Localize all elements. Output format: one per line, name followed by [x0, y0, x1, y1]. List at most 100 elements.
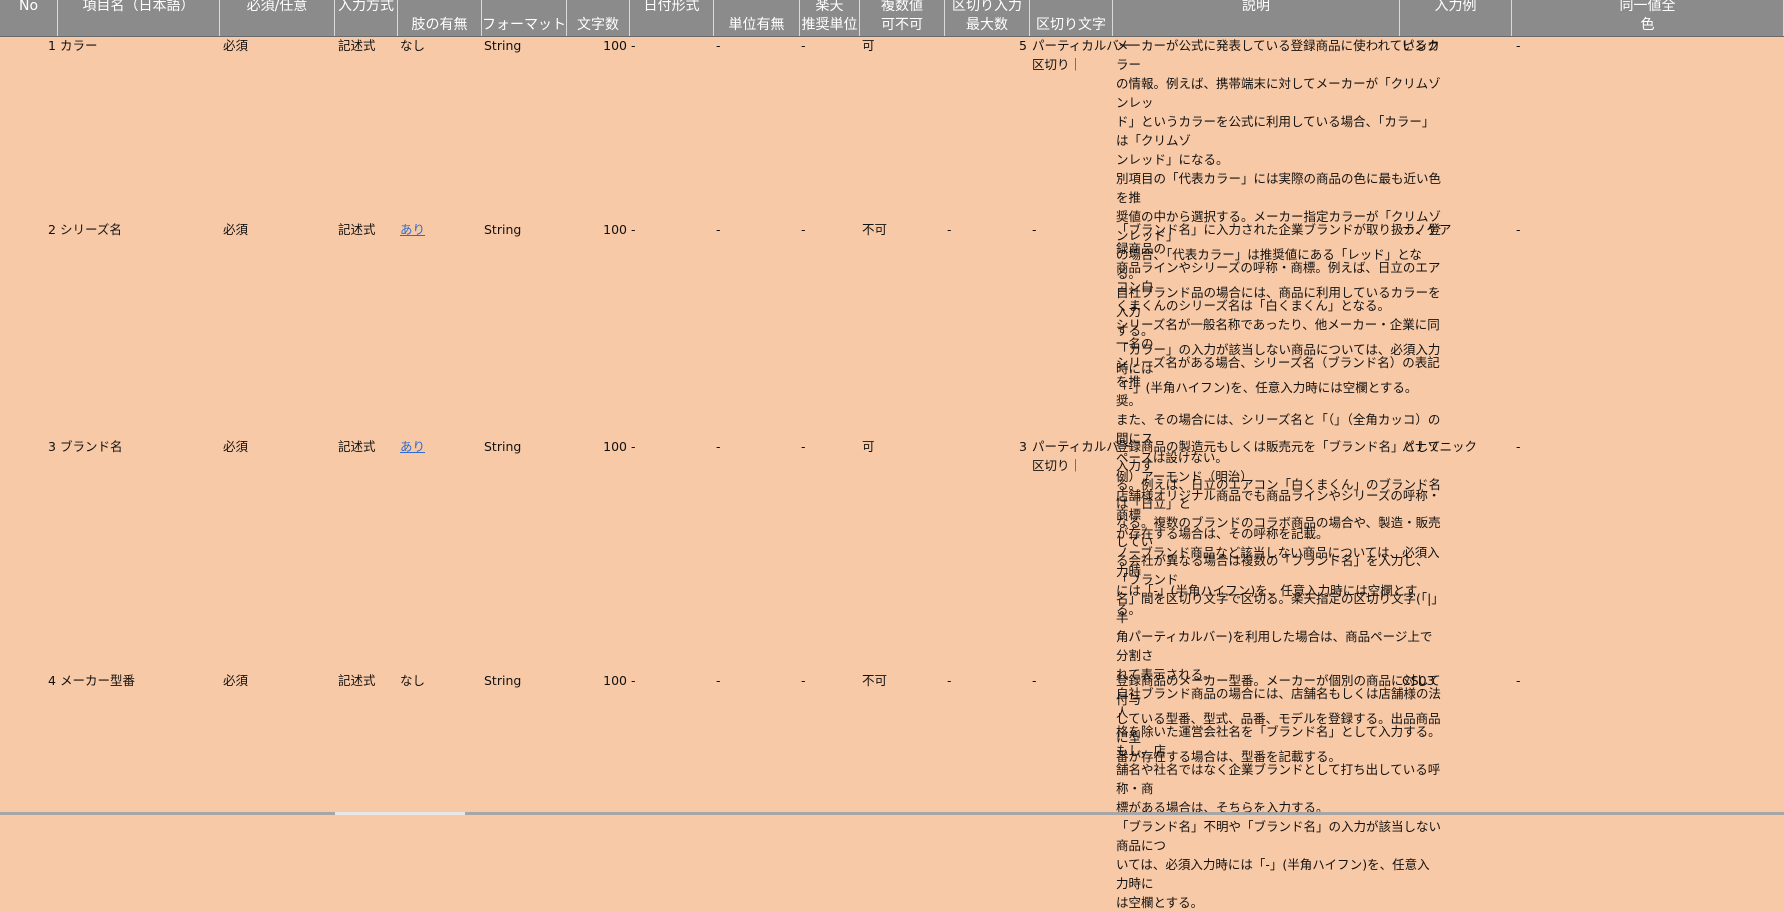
same-value-cell[interactable]: -: [1516, 36, 1546, 55]
column-header-same-value[interactable]: 同一値全色: [1512, 0, 1784, 36]
format-cell[interactable]: String: [484, 36, 544, 55]
date-format-cell[interactable]: -: [631, 220, 671, 239]
separator-cell[interactable]: -: [1032, 220, 1112, 239]
date-format-cell[interactable]: -: [631, 36, 671, 55]
choice-cell[interactable]: なし: [400, 36, 460, 55]
description-line: 名」間を区切り文字で区切る。楽天指定の区切り文字(「|」半: [1116, 591, 1438, 625]
header-line-2: [0, 16, 57, 35]
header-line-2: 肢の有無: [411, 17, 468, 33]
column-header-description[interactable]: 説明: [1113, 0, 1400, 36]
header-line-1: 入力方式: [338, 0, 394, 14]
date-format-cell[interactable]: -: [631, 671, 671, 690]
same-value-cell[interactable]: -: [1516, 220, 1546, 239]
unit-cell[interactable]: -: [716, 36, 736, 55]
required-cell[interactable]: 必須: [223, 220, 323, 239]
column-header-choice[interactable]: 肢の有無: [398, 0, 482, 36]
column-header-required[interactable]: 必須/任意: [220, 0, 335, 36]
column-header-split-max[interactable]: 区切り入力 最大数: [945, 0, 1030, 36]
format-cell[interactable]: String: [484, 671, 544, 690]
column-header-example[interactable]: 入力例: [1400, 0, 1512, 36]
row-number[interactable]: 2: [0, 220, 56, 239]
description-line: ンレッド」になる。: [1116, 152, 1229, 167]
header-line-1: 説明: [1242, 0, 1270, 14]
split-max-cell[interactable]: 5: [947, 36, 1027, 55]
unit-cell[interactable]: -: [716, 437, 736, 456]
column-header-max-chars[interactable]: 文字数: [567, 0, 630, 36]
multi-value-cell[interactable]: 不可: [862, 220, 922, 239]
row-number[interactable]: 3: [0, 437, 56, 456]
split-max-cell[interactable]: -: [947, 220, 1027, 239]
input-method-cell[interactable]: 記述式: [338, 220, 398, 239]
required-cell[interactable]: 必須: [223, 437, 323, 456]
required-cell[interactable]: 必須: [223, 671, 323, 690]
required-cell[interactable]: 必須: [223, 36, 323, 55]
separator-cell[interactable]: パーティカルバー: [1032, 36, 1131, 55]
choice-cell[interactable]: あり: [400, 220, 460, 239]
column-header-multi-value[interactable]: 複数値 可不可: [860, 0, 945, 36]
column-header-format[interactable]: フォーマット: [482, 0, 567, 36]
column-header-rakuten-unit[interactable]: 楽天 推奨単位: [800, 0, 860, 36]
same-value-cell[interactable]: -: [1516, 437, 1546, 456]
header-line-1: 楽天: [815, 0, 844, 14]
column-header-no[interactable]: No: [0, 0, 58, 36]
multi-value-cell[interactable]: 可: [862, 36, 922, 55]
rakuten-unit-cell[interactable]: -: [801, 220, 821, 239]
rakuten-unit-cell[interactable]: -: [801, 36, 821, 55]
row-number[interactable]: 1: [0, 36, 56, 55]
format-cell[interactable]: String: [484, 220, 544, 239]
max-chars-cell[interactable]: 100: [568, 671, 627, 690]
choice-cell[interactable]: あり: [400, 437, 460, 456]
description-line: 「ブランド名」に入力された企業ブランドが取り扱う、登録商品の: [1116, 222, 1442, 256]
multi-value-cell[interactable]: 不可: [862, 671, 922, 690]
column-header-date-format[interactable]: 日付形式: [630, 0, 714, 36]
header-line-2: フォーマット: [482, 17, 566, 33]
item-name-cell[interactable]: ブランド名: [60, 437, 210, 456]
header-line-2: [1113, 16, 1399, 35]
header-line-1: [398, 0, 481, 16]
multi-value-cell[interactable]: 可: [862, 437, 922, 456]
split-max-cell[interactable]: 3: [947, 437, 1027, 456]
header-line-1: [482, 0, 566, 16]
rakuten-unit-cell[interactable]: -: [801, 671, 821, 690]
unit-cell[interactable]: -: [716, 671, 736, 690]
separator-cell[interactable]: -: [1032, 671, 1112, 690]
choice-link[interactable]: あり: [400, 222, 425, 237]
header-line-1: 項目名（日本語）: [82, 0, 195, 14]
column-header-unit[interactable]: 単位有無: [714, 0, 800, 36]
description-line: 登録商品のメーカー型番。メーカーが個別の商品に対して付与: [1116, 673, 1441, 707]
split-max-cell[interactable]: -: [947, 671, 1027, 690]
header-line-2: [335, 16, 397, 35]
item-name-cell[interactable]: メーカー型番: [60, 671, 210, 690]
description-line: る。例えば、日立のエアコン「白くまくん」のブランド名は「日立」と: [1116, 477, 1442, 511]
item-name-cell[interactable]: シリーズ名: [60, 220, 210, 239]
max-chars-cell[interactable]: 100: [568, 36, 627, 55]
header-line-2: 区切り文字: [1036, 17, 1106, 33]
header-line-1: No: [18, 0, 39, 14]
max-chars-cell[interactable]: 100: [568, 220, 627, 239]
item-name-cell[interactable]: カラー: [60, 36, 210, 55]
choice-link[interactable]: あり: [400, 439, 425, 454]
header-line-1: 区切り入力: [952, 0, 1022, 14]
separator-cell[interactable]: パーティカルバー: [1032, 437, 1131, 456]
input-method-cell[interactable]: 記述式: [338, 671, 398, 690]
unit-cell[interactable]: -: [716, 220, 736, 239]
format-cell[interactable]: String: [484, 437, 544, 456]
description-line: 角パーティカルバー)を利用した場合は、商品ページ上で分割さ: [1116, 629, 1433, 663]
date-format-cell[interactable]: -: [631, 437, 671, 456]
rakuten-unit-cell[interactable]: -: [801, 437, 821, 456]
column-header-separator[interactable]: 区切り文字: [1030, 0, 1113, 36]
row-number[interactable]: 4: [0, 671, 56, 690]
description-cell[interactable]: 登録商品のメーカー型番。メーカーが個別の商品に対して付与 している型番、型式、品番…: [1116, 671, 1441, 766]
input-method-cell[interactable]: 記述式: [338, 437, 398, 456]
separator-cell-line-2: 区切り｜: [1032, 57, 1083, 72]
column-header-item-name[interactable]: 項目名（日本語）: [58, 0, 220, 36]
choice-cell[interactable]: なし: [400, 671, 460, 690]
input-method-cell[interactable]: 記述式: [338, 36, 398, 55]
max-chars-cell[interactable]: 100: [568, 437, 627, 456]
description-line: 「ブランド名」不明や「ブランド名」の入力が該当しない商品につ: [1116, 819, 1442, 853]
same-value-cell[interactable]: -: [1516, 671, 1546, 690]
column-header-input-method[interactable]: 入力方式: [335, 0, 398, 36]
header-line-1: 必須/任意: [246, 0, 308, 14]
header-line-1: 複数値: [881, 0, 923, 14]
description-line: くまくんのシリーズ名は「白くまくん」となる。: [1116, 298, 1391, 313]
